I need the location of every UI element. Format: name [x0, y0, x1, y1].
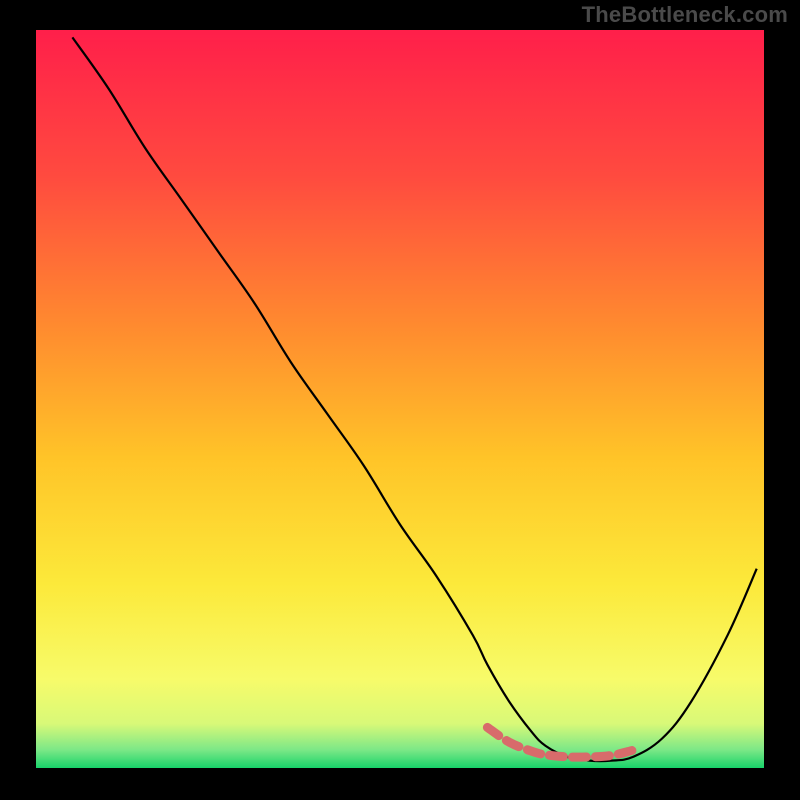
plot-background	[36, 30, 764, 768]
chart-svg	[0, 0, 800, 800]
watermark-text: TheBottleneck.com	[582, 2, 788, 28]
chart-frame: TheBottleneck.com	[0, 0, 800, 800]
